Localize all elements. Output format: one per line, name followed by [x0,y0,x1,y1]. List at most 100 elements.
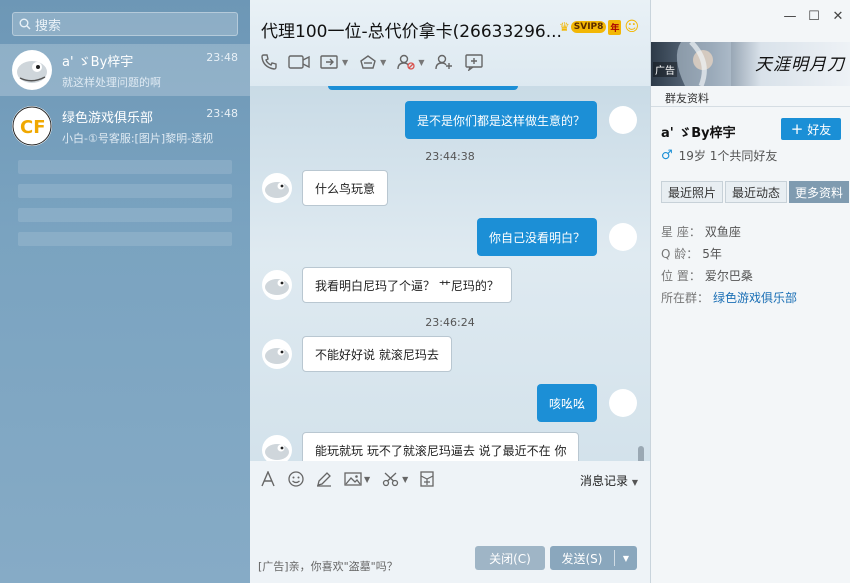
message-in: 不能好好说 就滚尼玛去 [262,336,452,372]
divider [651,106,850,107]
message-bubble[interactable]: 我看明白尼玛了个逼？ 艹尼玛的？ [302,267,512,303]
message-text: 能玩就玩 玩不了就滚尼玛逼去 说了最近不在 你 [315,443,567,458]
timestamp: 23:44:38 [425,150,475,163]
search-input[interactable]: 搜索 [12,12,238,36]
chevron-down-icon: ▼ [631,478,638,487]
contact-time: 23:48 [206,50,238,64]
image-icon[interactable]: ▼ [344,471,370,487]
red-packet-icon[interactable] [420,471,434,487]
add-friend-label: 好友 [807,122,832,137]
info-value: 爱尔巴桑 [704,268,753,283]
message-in: 什么鸟玩意 [262,170,389,206]
message-bubble[interactable]: 你自己没看明白？ [476,218,597,256]
info-row-location: 位 置： 爱尔巴桑 [661,264,797,286]
message-record-button[interactable]: 消息记录 ▼ [580,472,638,489]
message-bubble[interactable]: 什么鸟玩意 [302,170,389,206]
search-placeholder: 搜索 [35,18,62,34]
remote-assist-icon[interactable]: ▼ [358,53,386,71]
timestamp: 23:46:24 [425,316,475,329]
info-row-qq-age: Q 龄： 5年 [661,242,797,264]
avatar [609,389,637,417]
send-options-icon[interactable]: ▼ [615,554,637,563]
message-out: 你自己没看明白？ [476,218,637,256]
edit-icon[interactable] [464,53,484,71]
smiley-icon: ☺ [624,19,640,35]
font-icon[interactable] [260,471,276,487]
avatar [262,339,292,369]
minimize-button[interactable]: — [778,9,802,24]
group-link[interactable]: 绿色游戏俱乐部 [713,289,797,306]
close-button[interactable]: 关闭(C) [475,546,545,570]
input-toolbar: ▼ ▼ [260,471,446,487]
avatar [609,106,637,134]
scrollbar-thumb[interactable] [638,446,644,461]
ad-text[interactable]: [广告]亲，你喜欢"盗墓"吗？ [258,558,398,574]
background-ghost [0,150,250,270]
add-friend-button[interactable]: + 好友 [781,118,841,140]
tab-more-info[interactable]: 更多资料 [789,181,849,203]
message-bubble-partial [328,86,518,90]
svip-badge: SVIP8 [570,21,607,33]
close-window-button[interactable]: ✕ [826,9,850,24]
send-button[interactable]: 发送(S) ▼ [550,546,637,570]
contact-item-1[interactable]: CF 绿色游戏俱乐部 小白-①号客服:[图片]黎明-透视 23:48 [0,100,250,152]
profile-panel: 广告 天涯明月刀 群友资料 a' ゞBy梓宇 + 好友 ♂ 19岁 1个共同好友 最… [650,0,850,583]
profile-tabs: 最近照片 最近动态 更多资料 [661,181,850,203]
ad-tag: 广告 [653,62,677,77]
message-out: 是不是你们都是这样做生意的？ [404,101,637,139]
message-bubble[interactable]: 能玩就玩 玩不了就滚尼玛逼去 说了最近不在 你 [302,432,580,461]
message-text: 什么鸟玩意 [315,181,376,196]
video-icon[interactable] [288,53,310,71]
chat-header: 代理100一位-总代价拿卡(26633296... ♛ SVIP8 年 ☺ ▼ … [250,0,650,86]
message-in: 能玩就玩 玩不了就滚尼玛逼去 说了最近不在 你 [262,432,580,461]
plus-icon: + [790,120,804,138]
age-text: 19岁 1个共同好友 [678,149,778,163]
input-area[interactable]: ▼ ▼ 消息记录 ▼ [广告]亲，你喜欢"盗墓"吗？ 关闭(C) 发送(S) ▼ [250,461,650,583]
emoji-icon[interactable] [288,471,304,487]
share-screen-icon[interactable]: ▼ [320,53,348,71]
year-badge: 年 [608,19,622,35]
block-user-icon[interactable]: ▼ [396,53,424,71]
ad-banner[interactable]: 广告 天涯明月刀 [651,42,850,86]
search-icon [19,18,31,30]
message-out: 咳吆吆 [536,384,637,422]
contact-list-panel: 搜索 a' ゞBy梓宇 就这样处理问题的啊 23:48 CF 绿色游戏俱乐部 小… [0,0,250,583]
tab-recent-photos[interactable]: 最近照片 [661,181,723,203]
vip-badges[interactable]: ♛ SVIP8 年 ☺ [559,19,639,35]
avatar [12,50,52,90]
crown-icon: ♛ [559,20,570,34]
avatar [262,435,292,461]
chat-toolbar: ▼ ▼ ▼ [260,53,494,71]
info-row-constellation: 星 座： 双鱼座 [661,220,797,242]
maximize-button[interactable]: ☐ [802,9,826,24]
male-icon: ♂ [661,148,673,163]
avatar [262,270,292,300]
chat-title[interactable]: 代理100一位-总代价拿卡(26633296... [261,17,562,42]
tab-recent-activity[interactable]: 最近动态 [725,181,787,203]
contact-preview: 小白-①号客服:[图片]黎明-透视 [62,131,214,145]
message-bubble[interactable]: 是不是你们都是这样做生意的？ [404,101,597,139]
contact-item-0[interactable]: a' ゞBy梓宇 就这样处理问题的啊 23:48 [0,44,250,96]
pen-icon[interactable] [316,471,332,487]
banner-title: 天涯明月刀 [755,55,845,75]
message-record-label: 消息记录 [580,474,629,488]
info-key: 星 座： [661,224,701,239]
window-controls: — ☐ ✕ [650,9,850,24]
message-in: 我看明白尼玛了个逼？ 艹尼玛的？ [262,267,512,303]
avatar: CF [12,106,52,146]
profile-name: a' ゞBy梓宇 [661,126,736,141]
message-bubble[interactable]: 咳吆吆 [536,384,597,422]
chat-window: 代理100一位-总代价拿卡(26633296... ♛ SVIP8 年 ☺ ▼ … [250,0,650,583]
message-text: 我看明白尼玛了个逼？ 艹尼玛的？ [315,278,499,293]
phone-icon[interactable] [260,53,278,71]
scissors-icon[interactable]: ▼ [382,471,408,487]
info-value: 5年 [702,246,722,261]
profile-age: ♂ 19岁 1个共同好友 [661,147,777,164]
avatar [609,223,637,251]
message-text: 不能好好说 就滚尼玛去 [315,347,439,362]
svg-text:CF: CF [20,117,46,138]
info-key: Q 龄： [661,246,699,261]
message-bubble[interactable]: 不能好好说 就滚尼玛去 [302,336,452,372]
add-user-icon[interactable] [434,53,454,71]
message-list[interactable]: 是不是你们都是这样做生意的？ 23:44:38 什么鸟玩意 你自己没看明白？ 我… [250,86,650,461]
